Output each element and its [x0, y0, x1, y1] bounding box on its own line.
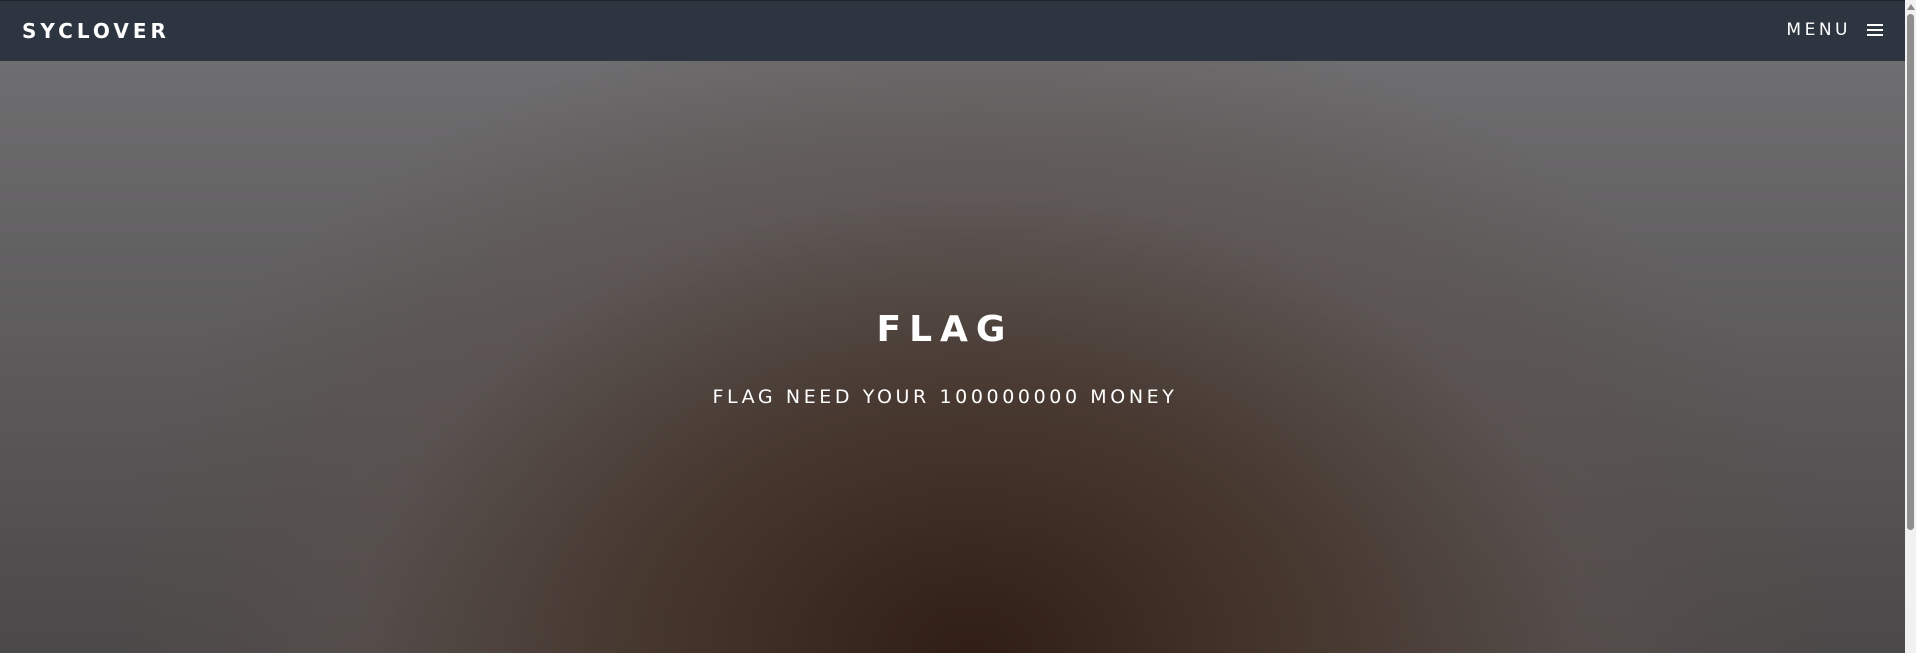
- menu-toggle-button[interactable]: MENU: [1786, 20, 1883, 40]
- scrollbar-thumb[interactable]: [1907, 14, 1914, 530]
- hero-title: FLAG: [876, 309, 1014, 350]
- brand-logo-link[interactable]: SYCLOVER: [22, 19, 170, 43]
- page: SYCLOVER MENU FLAG FLAG NEED YOUR 100000…: [0, 0, 1916, 653]
- menu-label: MENU: [1786, 20, 1851, 40]
- vertical-scrollbar[interactable]: [1905, 0, 1916, 653]
- scroll-up-arrow-icon[interactable]: [1907, 4, 1915, 10]
- hero-section: FLAG FLAG NEED YOUR 100000000 MONEY: [0, 61, 1905, 653]
- hero-subtitle: FLAG NEED YOUR 100000000 MONEY: [712, 386, 1178, 408]
- top-navbar: SYCLOVER MENU: [0, 0, 1905, 61]
- hamburger-icon: [1867, 23, 1883, 37]
